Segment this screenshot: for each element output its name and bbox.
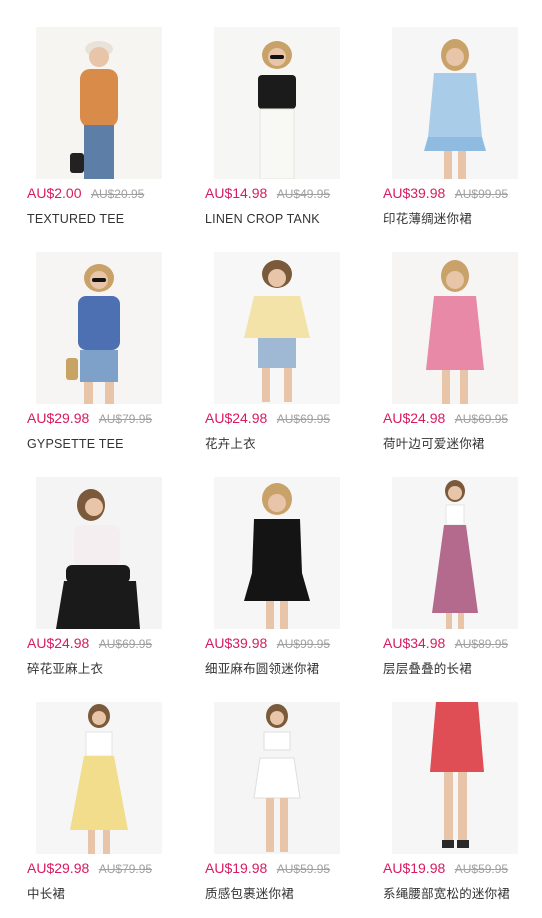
product-name[interactable]: 质感包裹迷你裙	[205, 886, 375, 902]
product-card[interactable]: AU$34.98 AU$89.95 层层叠叠的长裙	[383, 477, 542, 689]
sale-price: AU$2.00	[27, 185, 82, 201]
product-name[interactable]: 荷叶边可爱迷你裙	[383, 436, 542, 452]
model-figure-icon	[392, 27, 518, 179]
model-figure-icon	[214, 252, 340, 404]
original-price: AU$99.95	[454, 187, 509, 201]
original-price: AU$20.95	[90, 187, 145, 201]
product-photo-icon[interactable]	[392, 252, 518, 404]
model-figure-icon	[36, 252, 162, 404]
product-card[interactable]: AU$19.98 AU$59.95 系绳腰部宽松的迷你裙	[383, 702, 542, 914]
sale-price: AU$14.98	[205, 185, 268, 201]
product-name[interactable]: 印花薄绸迷你裙	[383, 211, 542, 227]
price-row: AU$29.98 AU$79.95	[27, 860, 197, 877]
sale-price: AU$19.98	[205, 860, 268, 876]
original-price: AU$69.95	[454, 412, 509, 426]
original-price: AU$79.95	[98, 862, 153, 876]
original-price: AU$89.95	[454, 637, 509, 651]
product-card[interactable]: AU$29.98 AU$79.95 中长裙	[27, 702, 197, 914]
model-figure-icon	[392, 252, 518, 404]
original-price: AU$69.95	[276, 412, 331, 426]
product-card[interactable]: AU$24.98 AU$69.95 花卉上衣	[205, 252, 375, 464]
product-card[interactable]: AU$19.98 AU$59.95 质感包裹迷你裙	[205, 702, 375, 914]
price-row: AU$24.98 AU$69.95	[383, 410, 542, 427]
product-card[interactable]: AU$29.98 AU$79.95 GYPSETTE TEE	[27, 252, 197, 464]
product-photo-icon[interactable]	[392, 27, 518, 179]
price-row: AU$34.98 AU$89.95	[383, 635, 542, 652]
product-name[interactable]: 系绳腰部宽松的迷你裙	[383, 886, 542, 902]
price-row: AU$39.98 AU$99.95	[383, 185, 542, 202]
product-name[interactable]: 中长裙	[27, 886, 197, 902]
model-figure-icon	[36, 27, 162, 179]
product-photo-icon[interactable]	[214, 27, 340, 179]
original-price: AU$79.95	[98, 412, 153, 426]
original-price: AU$49.95	[276, 187, 331, 201]
product-photo-icon[interactable]	[214, 252, 340, 404]
product-name[interactable]: 层层叠叠的长裙	[383, 661, 542, 677]
product-name[interactable]: LINEN CROP TANK	[205, 211, 375, 227]
product-photo-icon[interactable]	[392, 477, 518, 629]
sale-price: AU$29.98	[27, 860, 90, 876]
price-row: AU$19.98 AU$59.95	[383, 860, 542, 877]
sale-price: AU$34.98	[383, 635, 446, 651]
price-row: AU$24.98 AU$69.95	[27, 635, 197, 652]
price-row: AU$29.98 AU$79.95	[27, 410, 197, 427]
model-figure-icon	[36, 702, 162, 854]
product-photo-icon[interactable]	[36, 477, 162, 629]
product-card[interactable]: AU$39.98 AU$99.95 细亚麻布圆领迷你裙	[205, 477, 375, 689]
sale-price: AU$29.98	[27, 410, 90, 426]
price-row: AU$2.00 AU$20.95	[27, 185, 197, 202]
sale-price: AU$19.98	[383, 860, 446, 876]
product-name[interactable]: GYPSETTE TEE	[27, 436, 197, 452]
price-row: AU$14.98 AU$49.95	[205, 185, 375, 202]
price-row: AU$24.98 AU$69.95	[205, 410, 375, 427]
product-card[interactable]: AU$39.98 AU$99.95 印花薄绸迷你裙	[383, 27, 542, 239]
model-figure-icon	[36, 477, 162, 629]
product-photo-icon[interactable]	[392, 702, 518, 854]
product-card[interactable]: AU$24.98 AU$69.95 荷叶边可爱迷你裙	[383, 252, 542, 464]
model-figure-icon	[392, 702, 518, 854]
product-name[interactable]: 花卉上衣	[205, 436, 375, 452]
sale-price: AU$39.98	[205, 635, 268, 651]
model-figure-icon	[214, 477, 340, 629]
original-price: AU$99.95	[276, 637, 331, 651]
original-price: AU$69.95	[98, 637, 153, 651]
product-name[interactable]: TEXTURED TEE	[27, 211, 197, 227]
price-row: AU$19.98 AU$59.95	[205, 860, 375, 877]
model-figure-icon	[214, 702, 340, 854]
product-card[interactable]: AU$2.00 AU$20.95 TEXTURED TEE	[27, 27, 197, 239]
product-photo-icon[interactable]	[36, 252, 162, 404]
product-photo-icon[interactable]	[36, 27, 162, 179]
sale-price: AU$39.98	[383, 185, 446, 201]
sale-price: AU$24.98	[27, 635, 90, 651]
model-figure-icon	[214, 27, 340, 179]
product-photo-icon[interactable]	[36, 702, 162, 854]
product-photo-icon[interactable]	[214, 477, 340, 629]
product-grid: AU$2.00 AU$20.95 TEXTURED TEE AU$14.98 A…	[0, 0, 542, 918]
sale-price: AU$24.98	[383, 410, 446, 426]
original-price: AU$59.95	[276, 862, 331, 876]
product-photo-icon[interactable]	[214, 702, 340, 854]
product-name[interactable]: 细亚麻布圆领迷你裙	[205, 661, 375, 677]
original-price: AU$59.95	[454, 862, 509, 876]
product-card[interactable]: AU$14.98 AU$49.95 LINEN CROP TANK	[205, 27, 375, 239]
sale-price: AU$24.98	[205, 410, 268, 426]
price-row: AU$39.98 AU$99.95	[205, 635, 375, 652]
model-figure-icon	[392, 477, 518, 629]
product-card[interactable]: AU$24.98 AU$69.95 碎花亚麻上衣	[27, 477, 197, 689]
product-name[interactable]: 碎花亚麻上衣	[27, 661, 197, 677]
